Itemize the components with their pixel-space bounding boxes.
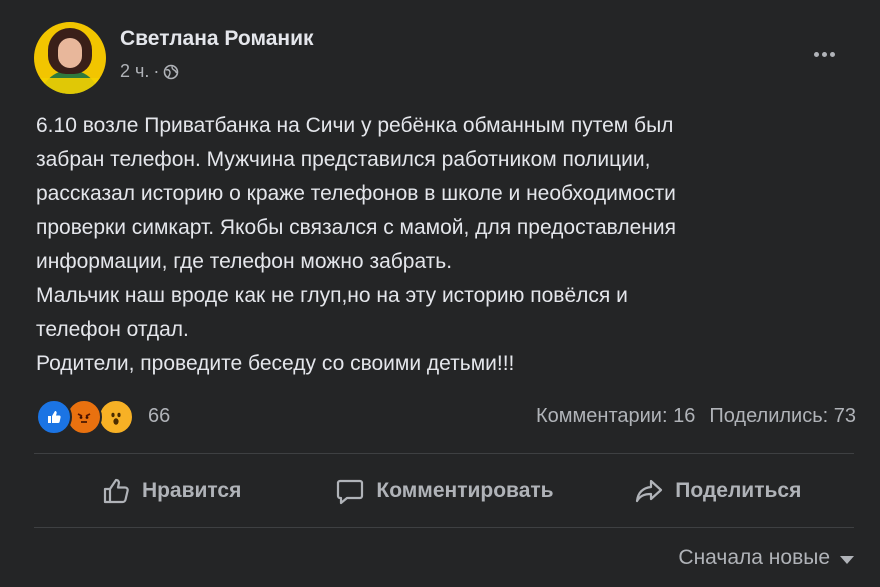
post-text-line: Родители, проведите беседу со своими дет… <box>36 352 515 375</box>
more-dot-icon <box>813 51 819 57</box>
globe-icon <box>164 64 179 79</box>
post-meta: 2 ч. · <box>120 61 179 82</box>
action-bar: Нравится Комментировать Поделиться <box>34 458 854 524</box>
thumbs-up-icon <box>103 478 129 504</box>
post-text-line: телефон отдал. <box>36 318 189 341</box>
post-text-line: 6.10 возле Приватбанка на Сичи у ребёнка… <box>36 114 674 137</box>
comment-sort-dropdown[interactable]: Сначала новые <box>678 546 854 570</box>
post-text-line: информации, где телефон можно забрать. <box>36 250 453 273</box>
engagement-counts: Комментарии: 16 Поделились: 73 <box>536 405 856 428</box>
comment-button[interactable]: Комментировать <box>307 458 580 524</box>
post-time[interactable]: 2 ч. <box>120 61 149 82</box>
post-text-line: рассказал историю о краже телефонов в шк… <box>36 182 676 205</box>
wow-reaction-icon <box>98 399 134 435</box>
more-options-button[interactable] <box>804 42 844 66</box>
like-button-label: Нравится <box>141 479 242 502</box>
reaction-icons[interactable] <box>36 399 136 435</box>
post-card: Светлана Романик 2 ч. · 6.10 возле Прива… <box>0 0 880 587</box>
reaction-count[interactable]: 66 <box>148 405 170 428</box>
divider <box>34 527 854 528</box>
author-name[interactable]: Светлана Романик <box>120 27 314 51</box>
post-text-line: забран телефон. Мужчина представился раб… <box>36 148 651 171</box>
like-button[interactable]: Нравится <box>34 458 307 524</box>
sort-label: Сначала новые <box>678 546 830 569</box>
avatar[interactable] <box>34 22 106 94</box>
more-dot-icon <box>821 51 827 57</box>
post-text: 6.10 возле Приватбанка на Сичи у ребёнка… <box>36 109 856 381</box>
more-dot-icon <box>829 51 835 57</box>
share-arrow-icon <box>636 479 663 503</box>
chevron-down-icon <box>840 556 854 564</box>
post-header: Светлана Романик 2 ч. · <box>34 20 854 96</box>
like-reaction-icon <box>36 399 72 435</box>
post-text-line: проверки симкарт. Якобы связался с мамой… <box>36 216 676 239</box>
shares-count-link[interactable]: Поделились: 73 <box>709 405 856 428</box>
comments-count-link[interactable]: Комментарии: 16 <box>536 405 695 428</box>
reactions-row: 66 Комментарии: 16 Поделились: 73 <box>36 397 856 437</box>
meta-separator: · <box>153 61 160 81</box>
share-button[interactable]: Поделиться <box>581 458 854 524</box>
comment-icon <box>337 479 364 505</box>
divider <box>34 453 854 454</box>
comment-button-label: Комментировать <box>376 479 554 502</box>
post-text-line: Мальчик наш вроде как не глуп,но на эту … <box>36 284 628 307</box>
share-button-label: Поделиться <box>675 479 802 502</box>
